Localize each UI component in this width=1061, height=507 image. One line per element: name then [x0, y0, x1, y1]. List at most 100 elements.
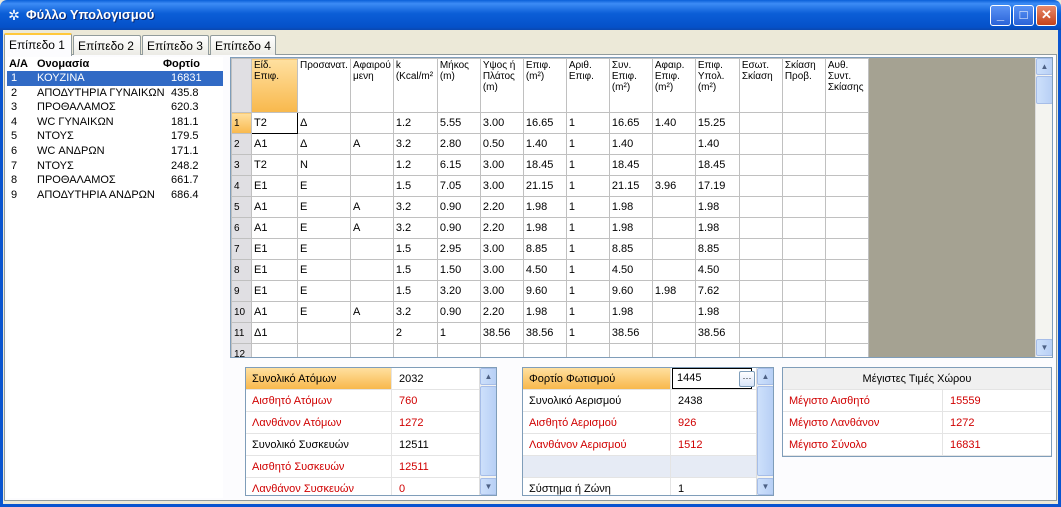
grid-row[interactable]: 2 A1 Δ A 3.2 2.80 0.50 1.40 1 1.40 1.40 — [231, 133, 869, 155]
room-list-item[interactable]: 5 ΝΤΟΥΣ 179.5 — [7, 129, 223, 144]
grid-cell[interactable]: E1 — [251, 280, 298, 302]
grid-cell[interactable] — [651, 196, 696, 218]
grid-row[interactable]: 9 E1 E 1.5 3.20 3.00 9.60 1 9.60 1.98 7.62 — [231, 280, 869, 302]
grid-cell[interactable]: 1.98 — [694, 196, 740, 218]
grid-cell[interactable] — [781, 301, 826, 323]
grid-cell[interactable] — [651, 217, 696, 239]
grid-cell[interactable] — [479, 343, 524, 357]
property-value[interactable]: 2438 — [672, 390, 702, 411]
grid-cell[interactable]: 1.40 — [694, 133, 740, 155]
grid-column-header[interactable]: Αφαιρ. Επιφ. (m²) — [651, 58, 696, 113]
scroll-up-arrow[interactable]: ▲ — [480, 368, 496, 385]
grid-row-header[interactable]: 11 — [231, 322, 252, 344]
grid-cell[interactable]: 1 — [565, 280, 610, 302]
grid-cell[interactable]: E1 — [251, 259, 298, 281]
grid-cell[interactable]: 5.55 — [436, 112, 481, 134]
grid-cell[interactable]: T2 — [251, 112, 298, 134]
grid-cell[interactable] — [297, 343, 351, 357]
grid-row[interactable]: 1 T2 Δ 1.2 5.55 3.00 16.65 1 16.65 1.40 15.25 — [231, 112, 869, 134]
grid-cell[interactable] — [349, 259, 394, 281]
grid-row-header[interactable]: 5 — [231, 196, 252, 218]
grid-cell[interactable] — [349, 175, 394, 197]
grid-cell[interactable]: 1 — [565, 301, 610, 323]
grid-cell[interactable]: 7.05 — [436, 175, 481, 197]
property-value[interactable]: 12511 — [393, 434, 429, 455]
grid-row[interactable]: 10 A1 E A 3.2 0.90 2.20 1.98 1 1.98 1.98 — [231, 301, 869, 323]
grid-cell[interactable]: 1.98 — [522, 196, 567, 218]
grid-cell[interactable]: 1.98 — [608, 196, 653, 218]
scroll-down-arrow[interactable]: ▼ — [1036, 339, 1052, 356]
grid-column-header[interactable]: Εσωτ. Σκίαση — [738, 58, 783, 113]
grid-cell[interactable] — [781, 217, 826, 239]
grid-cell[interactable]: E — [297, 175, 351, 197]
grid-cell[interactable] — [781, 259, 826, 281]
grid-cell[interactable]: 0.90 — [436, 217, 481, 239]
grid-cell[interactable] — [738, 112, 783, 134]
grid-cell[interactable]: 2.20 — [479, 301, 524, 323]
grid-cell[interactable]: 18.45 — [608, 154, 653, 176]
grid-cell[interactable] — [651, 238, 696, 260]
grid-cell[interactable] — [738, 217, 783, 239]
room-list-item[interactable]: 1 ΚΟΥΖΙΝΑ 16831 — [7, 71, 223, 86]
grid-cell[interactable]: 1.5 — [392, 280, 438, 302]
grid-cell[interactable] — [824, 175, 869, 197]
grid-cell[interactable]: 1.98 — [608, 301, 653, 323]
grid-row[interactable]: 6 A1 E A 3.2 0.90 2.20 1.98 1 1.98 1.98 — [231, 217, 869, 239]
grid-cell[interactable] — [824, 343, 869, 357]
grid-cell[interactable] — [824, 322, 869, 344]
grid-cell[interactable]: 1.2 — [392, 112, 438, 134]
grid-column-header[interactable]: k (Kcal/m² — [392, 58, 438, 113]
grid-cell[interactable]: 16.65 — [522, 112, 567, 134]
grid-cell[interactable] — [608, 343, 653, 357]
grid-row-header[interactable]: 10 — [231, 301, 252, 323]
grid-cell[interactable]: 3.2 — [392, 196, 438, 218]
grid-cell[interactable]: 0.90 — [436, 301, 481, 323]
grid-cell[interactable] — [738, 196, 783, 218]
grid-column-header[interactable]: Σκίαση Προβ. — [781, 58, 826, 113]
scroll-up-arrow[interactable]: ▲ — [1036, 58, 1052, 75]
property-value[interactable]: 926 — [672, 412, 696, 433]
grid-cell[interactable]: 7.62 — [694, 280, 740, 302]
grid-cell[interactable]: 3.2 — [392, 133, 438, 155]
grid-cell[interactable]: 1 — [436, 322, 481, 344]
grid-cell[interactable]: 2 — [392, 322, 438, 344]
grid-cell[interactable]: 1 — [565, 154, 610, 176]
grid-row-header[interactable]: 4 — [231, 175, 252, 197]
grid-cell[interactable]: 8.85 — [522, 238, 567, 260]
grid-cell[interactable]: 1 — [565, 196, 610, 218]
grid-column-header[interactable]: Επιφ. (m²) — [522, 58, 567, 113]
grid-cell[interactable] — [781, 112, 826, 134]
grid-cell[interactable]: 1.98 — [694, 301, 740, 323]
grid-row-header[interactable]: 6 — [231, 217, 252, 239]
grid-cell[interactable]: 1.50 — [436, 259, 481, 281]
grid-cell[interactable]: 6.15 — [436, 154, 481, 176]
panel_air-row[interactable]: Σύστημα ή Ζώνη 1 — [523, 478, 757, 495]
grid-column-header[interactable]: Αριθ. Επιφ. — [565, 58, 610, 113]
ventilation-panel-scrollbar[interactable]: ▲ ▼ — [756, 368, 773, 495]
grid-corner[interactable] — [231, 58, 252, 113]
grid-cell[interactable]: 0.50 — [479, 133, 524, 155]
grid-cell[interactable]: 3.00 — [479, 238, 524, 260]
grid-cell[interactable] — [694, 343, 740, 357]
grid-cell[interactable]: A1 — [251, 217, 298, 239]
grid-cell[interactable]: 1.5 — [392, 238, 438, 260]
grid-cell[interactable] — [349, 112, 394, 134]
grid-cell[interactable]: 1.40 — [608, 133, 653, 155]
grid-cell[interactable] — [349, 280, 394, 302]
grid-cell[interactable] — [824, 238, 869, 260]
grid-column-header[interactable]: Συν. Επιφ. (m²) — [608, 58, 653, 113]
grid-cell[interactable]: 4.50 — [608, 259, 653, 281]
tab-level-4[interactable]: Επίπεδο 4 — [210, 35, 276, 55]
grid-cell[interactable]: 38.56 — [694, 322, 740, 344]
grid-cell[interactable]: 1 — [565, 259, 610, 281]
grid-cell[interactable]: 1 — [565, 133, 610, 155]
panel_air-row[interactable]: Φορτίο Φωτισμού 1445 — [523, 368, 757, 390]
grid-cell[interactable]: A1 — [251, 301, 298, 323]
grid-cell[interactable] — [781, 280, 826, 302]
grid-cell[interactable] — [781, 196, 826, 218]
grid-cell[interactable]: 16.65 — [608, 112, 653, 134]
grid-cell[interactable]: 21.15 — [522, 175, 567, 197]
minimize-button[interactable]: _ — [990, 5, 1011, 26]
grid-cell[interactable] — [781, 175, 826, 197]
tab-level-2[interactable]: Επίπεδο 2 — [73, 35, 141, 55]
